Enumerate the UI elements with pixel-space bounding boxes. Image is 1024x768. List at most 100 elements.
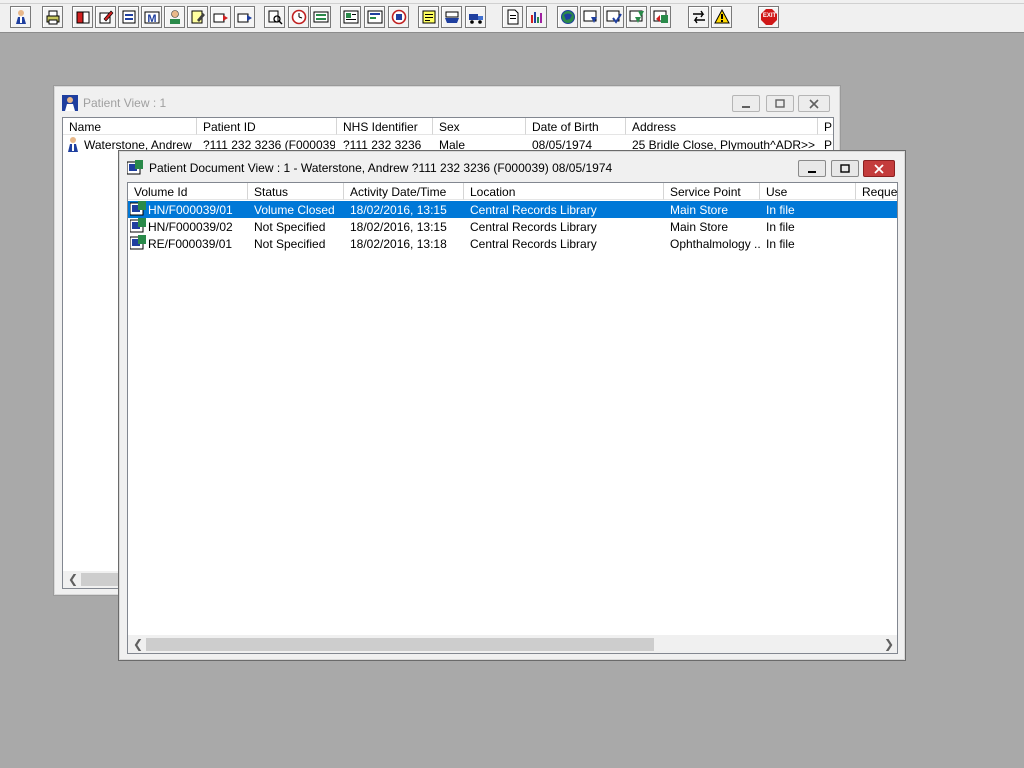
cell-status: Not Specified [254, 237, 326, 251]
warning-button[interactable] [711, 6, 732, 28]
transfer-icon [692, 10, 705, 24]
notes-edit-button[interactable] [187, 6, 208, 28]
transfer-button[interactable] [688, 6, 709, 28]
main-toolbar: M EXIT [0, 0, 1024, 33]
cell-service-point: Main Store [670, 203, 729, 217]
truck-icon [468, 14, 483, 24]
folder-send-button[interactable] [234, 6, 255, 28]
page-icon [507, 9, 518, 25]
request-button[interactable] [340, 6, 361, 28]
cell-volume-id: RE/F000039/01 [148, 237, 233, 251]
cell-location: Central Records Library [470, 220, 597, 234]
document-list-hscrollbar[interactable]: ❮ ❯ [128, 635, 897, 653]
document-list-button[interactable] [118, 6, 139, 28]
scroll-thumb[interactable] [146, 638, 654, 651]
column-header-address[interactable]: Address [626, 118, 818, 135]
doc-check-icon [606, 10, 622, 24]
print-icon [46, 10, 59, 25]
table-row[interactable]: RE/F000039/01 Not Specified 18/02/2016, … [128, 235, 897, 252]
exit-button[interactable]: EXIT [758, 6, 779, 28]
bar-chart-icon [530, 12, 542, 23]
folder-send-icon [237, 13, 252, 23]
bar-chart-button[interactable] [526, 6, 547, 28]
doc-refresh-button[interactable] [650, 6, 671, 28]
book-red-icon [76, 11, 89, 24]
book-red-button[interactable] [72, 6, 93, 28]
doc-check-button[interactable] [603, 6, 624, 28]
cell-volume-id: HN/F000039/01 [148, 203, 233, 217]
minimize-icon [808, 170, 816, 173]
tray-button[interactable] [441, 6, 462, 28]
cell-location: Central Records Library [470, 203, 597, 217]
restore-button[interactable] [831, 160, 859, 177]
doc-green-button[interactable] [626, 6, 647, 28]
column-header-patient-id[interactable]: Patient ID [197, 118, 337, 135]
doc-refresh-icon [653, 10, 668, 23]
close-button[interactable] [798, 95, 830, 112]
close-icon [809, 98, 819, 109]
document-edit-button[interactable] [364, 6, 385, 28]
folder-move-icon [213, 13, 228, 23]
column-header-status[interactable]: Status [248, 183, 344, 200]
print-button[interactable] [42, 6, 63, 28]
book-edit-icon [99, 10, 113, 24]
search-doc-button[interactable] [264, 6, 285, 28]
column-header-volume-id[interactable]: Volume Id [128, 183, 248, 200]
column-header-nhs-identifier[interactable]: NHS Identifier [337, 118, 433, 135]
truck-button[interactable] [465, 6, 486, 28]
scroll-left-icon[interactable]: ❮ [68, 572, 78, 586]
display-icon [313, 11, 328, 23]
column-header-request[interactable]: Reque: [856, 183, 897, 200]
scroll-left-icon[interactable]: ❮ [133, 637, 143, 651]
note-yellow-button[interactable] [418, 6, 439, 28]
globe-button[interactable] [557, 6, 578, 28]
doc-down-icon [583, 10, 597, 23]
badge-button[interactable] [388, 6, 409, 28]
svg-text:M: M [147, 13, 156, 25]
scroll-right-icon[interactable]: ❯ [884, 637, 894, 651]
badge-icon [391, 9, 406, 25]
document-list[interactable]: Volume Id Status Activity Date/Time Loca… [127, 182, 898, 654]
close-icon [874, 163, 884, 174]
restore-icon [775, 98, 785, 108]
book-edit-button[interactable] [95, 6, 116, 28]
restore-button[interactable] [766, 95, 794, 112]
minimize-button[interactable] [732, 95, 760, 112]
minimize-icon [742, 105, 750, 108]
minimize-button[interactable] [798, 160, 826, 177]
table-row[interactable]: HN/F000039/01 Volume Closed 18/02/2016, … [128, 201, 897, 218]
restore-icon [840, 163, 850, 173]
column-header-service-point[interactable]: Service Point [664, 183, 760, 200]
column-header-use[interactable]: Use [760, 183, 856, 200]
column-header-p[interactable]: P [818, 118, 833, 135]
cell-location: Central Records Library [470, 237, 597, 251]
search-doc-icon [268, 10, 283, 25]
request-icon [343, 10, 358, 24]
document-view-titlebar[interactable]: Patient Document View : 1 - Waterstone, … [119, 151, 905, 181]
cell-service-point: Ophthalmology ... [670, 237, 760, 251]
cell-activity-date: 18/02/2016, 13:15 [350, 220, 447, 234]
display-button[interactable] [310, 6, 331, 28]
doc-down-button[interactable] [580, 6, 601, 28]
patient-document-view-window: Patient Document View : 1 - Waterstone, … [118, 150, 906, 661]
page-button[interactable] [502, 6, 523, 28]
notes-edit-icon [191, 10, 205, 24]
clock-button[interactable] [288, 6, 309, 28]
column-header-activity-date[interactable]: Activity Date/Time [344, 183, 464, 200]
patient-search-button[interactable] [10, 6, 31, 28]
column-header-dob[interactable]: Date of Birth [526, 118, 626, 135]
column-header-name[interactable]: Name [63, 118, 197, 135]
tray-icon [444, 11, 459, 23]
volume-icon [130, 235, 146, 250]
mail-button[interactable]: M [141, 6, 162, 28]
warning-icon [713, 9, 730, 24]
column-header-sex[interactable]: Sex [433, 118, 526, 135]
patient-view-title: Patient View : 1 [83, 96, 167, 110]
column-header-location[interactable]: Location [464, 183, 664, 200]
folder-move-button[interactable] [210, 6, 231, 28]
cell-status: Not Specified [254, 220, 326, 234]
close-button[interactable] [863, 160, 895, 177]
table-row[interactable]: HN/F000039/02 Not Specified 18/02/2016, … [128, 218, 897, 235]
user-button[interactable] [164, 6, 185, 28]
patient-view-titlebar[interactable]: Patient View : 1 [54, 86, 840, 116]
